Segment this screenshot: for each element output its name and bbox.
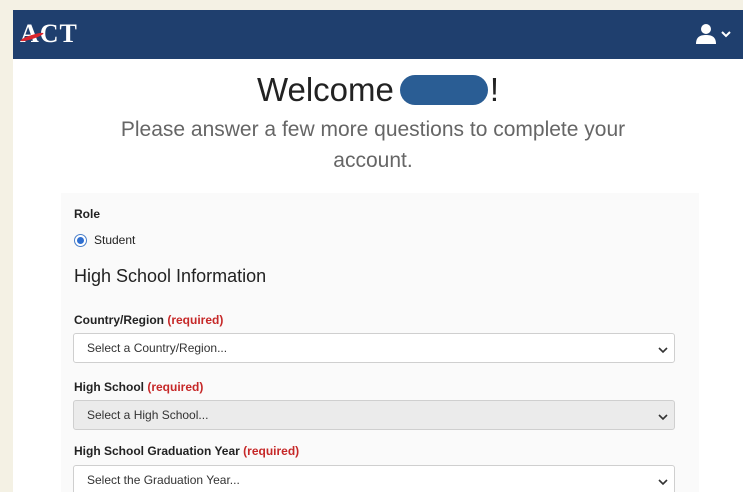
page-subtitle: Please answer a few more questions to co… [120,118,626,172]
country-select-value: Select a Country/Region... [87,341,228,355]
role-student-label: Student [94,233,136,247]
chevron-down-icon [658,343,668,357]
high-school-select[interactable]: Select a High School... [73,400,675,430]
logo-text: ACT [20,19,78,48]
chevron-down-icon [658,475,668,489]
required-marker: (required) [243,444,300,458]
high-school-label: High School (required) [74,380,204,394]
grad-year-select[interactable]: Select the Graduation Year... [73,465,675,492]
user-menu-button[interactable] [695,21,733,47]
required-marker: (required) [147,380,204,394]
country-select[interactable]: Select a Country/Region... [73,333,675,363]
act-logo[interactable]: ACT [19,18,78,50]
redacted-name [399,75,488,106]
account-form: Role Student High School Information Cou… [61,193,699,492]
radio-selected-icon [74,233,87,247]
top-bar: ACT [13,10,743,59]
user-icon [695,23,717,45]
role-student-radio[interactable]: Student [74,233,135,247]
grad-year-select-value: Select the Graduation Year... [87,473,240,487]
chevron-down-icon [721,30,731,38]
grad-year-label: High School Graduation Year (required) [74,444,300,458]
welcome-prefix: Welcome [256,71,394,108]
role-label: Role [74,207,101,221]
chevron-down-icon [658,410,668,424]
required-marker: (required) [167,313,224,327]
country-label: Country/Region (required) [74,313,224,327]
page-frame: ACT Welcome! Please answer a few more qu… [13,10,743,492]
welcome-suffix: ! [489,71,500,108]
section-title: High School Information [74,266,267,286]
welcome-heading: Welcome! [13,70,743,110]
high-school-select-value: Select a High School... [87,408,209,422]
